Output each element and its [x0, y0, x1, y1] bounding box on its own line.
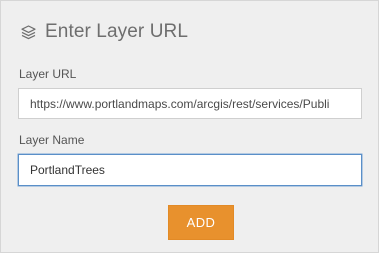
add-button[interactable]: ADD: [168, 205, 234, 240]
layers-icon: [19, 23, 37, 41]
panel-title: Enter Layer URL: [45, 21, 189, 42]
layer-url-label: Layer URL: [19, 67, 77, 81]
enter-layer-url-panel: Enter Layer URL Layer URL Layer Name ADD: [0, 0, 379, 253]
panel-header: Enter Layer URL: [19, 21, 188, 43]
layer-name-label: Layer Name: [19, 133, 85, 147]
layer-name-input[interactable]: [18, 154, 362, 186]
layer-url-input[interactable]: [18, 88, 362, 119]
